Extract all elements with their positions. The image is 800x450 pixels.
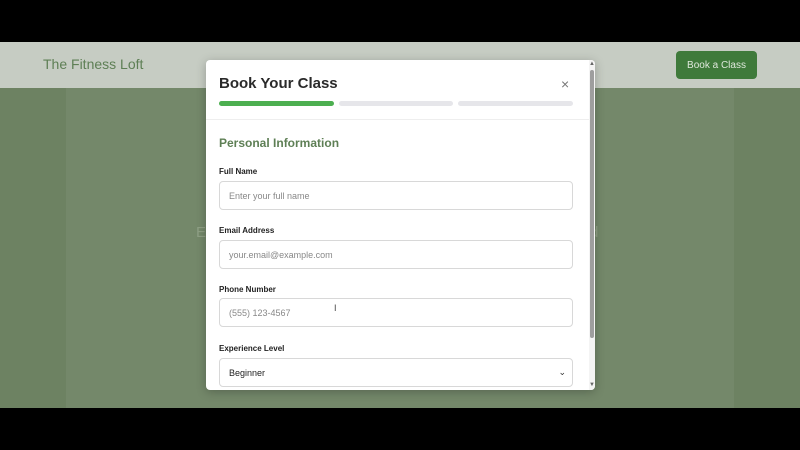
scroll-thumb[interactable] xyxy=(590,70,594,338)
browser-viewport: The Fitness Loft Book a Class E d Book Y… xyxy=(0,42,800,408)
section-title: Personal Information xyxy=(219,136,340,150)
modal-scrollbar[interactable]: ▲ ▼ xyxy=(589,60,595,390)
scroll-down-icon[interactable]: ▼ xyxy=(589,382,595,388)
close-icon[interactable]: × xyxy=(561,77,569,91)
hero-text-fragment-left: E xyxy=(196,224,207,241)
text-cursor-icon: I xyxy=(334,303,337,313)
progress-step-1 xyxy=(219,101,334,106)
chevron-down-icon: ⌄ xyxy=(558,367,566,377)
header-divider xyxy=(206,119,595,120)
email-label: Email Address xyxy=(219,226,275,235)
step-progress-bar xyxy=(219,101,574,106)
experience-level-label: Experience Level xyxy=(219,344,285,353)
booking-modal: Book Your Class × Personal Information F… xyxy=(206,60,595,390)
email-input[interactable]: your.email@example.com xyxy=(219,240,573,269)
site-brand[interactable]: The Fitness Loft xyxy=(43,56,143,72)
phone-label: Phone Number xyxy=(219,285,276,294)
full-name-input[interactable]: Enter your full name xyxy=(219,181,573,210)
modal-title: Book Your Class xyxy=(219,75,338,92)
progress-step-2 xyxy=(338,101,454,106)
experience-level-value: Beginner xyxy=(229,367,266,378)
experience-level-select[interactable]: Beginner ⌄ xyxy=(219,358,573,387)
book-a-class-button[interactable]: Book a Class xyxy=(676,51,757,79)
full-name-label: Full Name xyxy=(219,167,258,176)
scroll-up-icon[interactable]: ▲ xyxy=(589,61,595,67)
progress-step-3 xyxy=(458,101,574,106)
phone-input[interactable]: (555) 123-4567 xyxy=(219,298,573,327)
